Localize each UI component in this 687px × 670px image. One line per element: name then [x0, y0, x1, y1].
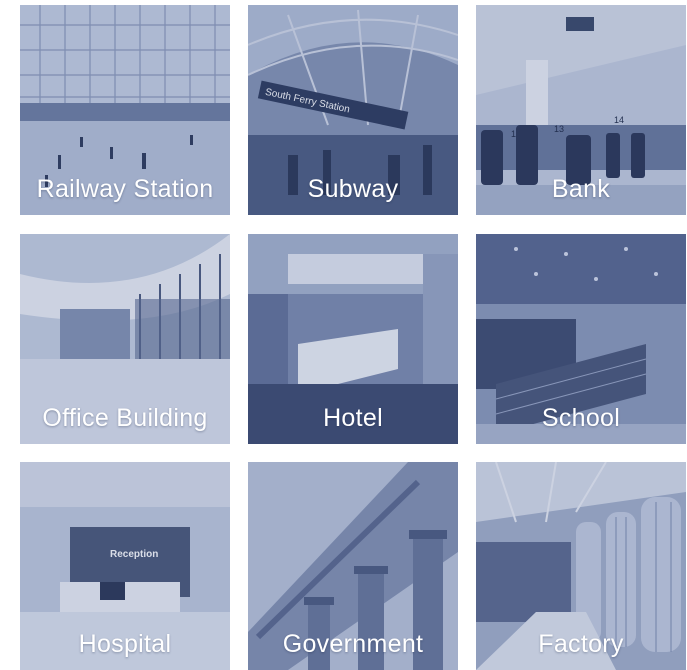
- tile-label: Subway: [307, 175, 399, 203]
- tile-label: School: [541, 404, 621, 432]
- tile-bank[interactable]: 12 13 14 Bank: [476, 5, 686, 215]
- tile-label: Hospital: [78, 630, 172, 658]
- tile-railway-station[interactable]: Railway Station: [20, 5, 230, 215]
- tile-government[interactable]: Government: [248, 462, 458, 670]
- tile-school[interactable]: School: [476, 234, 686, 444]
- tile-hospital[interactable]: Reception Hospital: [20, 462, 230, 670]
- tile-office-building[interactable]: Office Building: [20, 234, 230, 444]
- tile-label: Hotel: [323, 404, 383, 432]
- tile-label: Railway Station: [36, 175, 214, 203]
- tile-label: Office Building: [42, 404, 208, 432]
- tile-factory[interactable]: Factory: [476, 462, 686, 670]
- tile-label: Bank: [551, 175, 611, 203]
- tile-subway[interactable]: South Ferry Station Subway: [248, 5, 458, 215]
- tile-hotel[interactable]: Hotel: [248, 234, 458, 444]
- tile-label: Factory: [538, 630, 624, 658]
- tile-label: Government: [282, 630, 424, 658]
